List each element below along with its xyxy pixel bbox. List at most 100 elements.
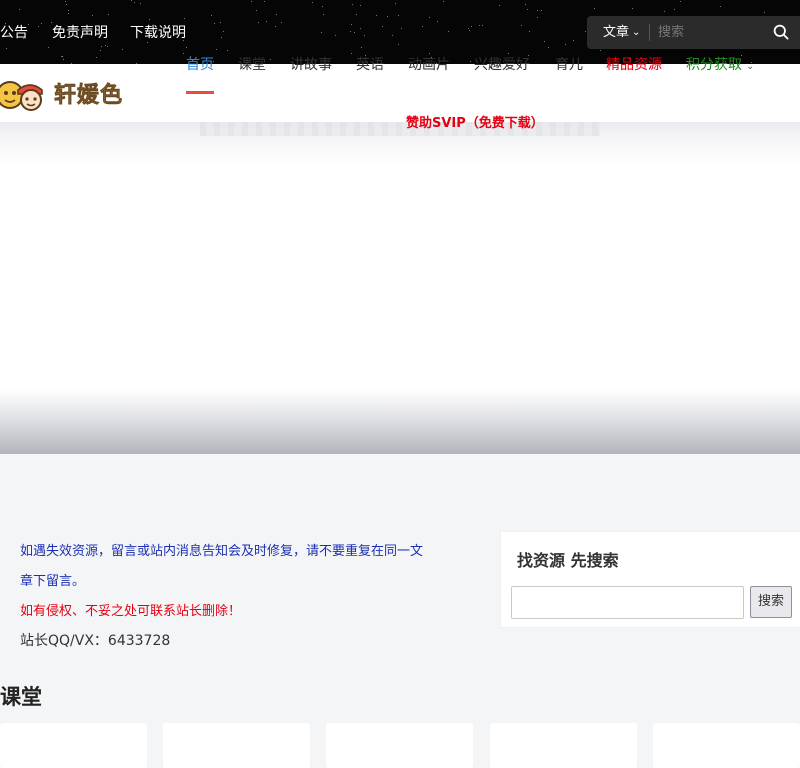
background-star (537, 10, 538, 11)
background-star (469, 30, 470, 31)
background-star (594, 8, 595, 9)
background-star (387, 16, 388, 17)
background-star (68, 13, 69, 14)
course-card[interactable] (163, 723, 310, 768)
nav-storytelling[interactable]: 讲故事 (290, 56, 332, 74)
chevron-down-icon: ⌄ (746, 61, 755, 72)
background-star (537, 17, 538, 18)
background-star (392, 35, 393, 36)
sponsor-svip-link[interactable]: 赞助SVIP（免费下载） (406, 115, 544, 132)
download-info-link[interactable]: 下载说明 (130, 24, 186, 42)
nav-home[interactable]: 首页 (186, 56, 214, 74)
nav-hobbies[interactable]: 兴趣爱好 (474, 56, 530, 74)
background-star (92, 15, 93, 16)
nav-points[interactable]: 积分获取 ⌄ (686, 56, 754, 76)
background-star (448, 31, 449, 32)
background-star (107, 46, 108, 47)
background-star (183, 53, 184, 54)
notice-line: 章下留言。 (20, 574, 86, 589)
course-card[interactable] (326, 723, 473, 768)
background-star (322, 6, 323, 7)
background-star (281, 22, 282, 23)
hero-banner (0, 122, 800, 454)
background-star (264, 1, 265, 2)
background-star (41, 23, 42, 24)
site-logo[interactable]: 轩媛色 (0, 76, 130, 114)
background-star (664, 11, 665, 12)
course-card[interactable] (653, 723, 800, 768)
background-star (382, 26, 383, 27)
disclaimer-link[interactable]: 免责声明 (52, 24, 108, 42)
background-star (585, 31, 586, 32)
background-star (312, 2, 313, 3)
background-star (105, 45, 106, 46)
background-star (184, 18, 185, 19)
search-category-label: 文章 (603, 25, 630, 40)
search-input[interactable]: 搜索 (658, 24, 684, 41)
background-star (323, 14, 324, 15)
nav-english[interactable]: 英语 (356, 56, 384, 74)
nav-cartoon[interactable]: 动画片 (408, 56, 450, 74)
background-star (350, 31, 351, 32)
background-star (335, 35, 336, 36)
background-star (352, 4, 353, 5)
background-star (548, 47, 549, 48)
section-title: 课堂 (0, 685, 42, 709)
background-star (227, 50, 228, 51)
background-star (68, 10, 69, 11)
background-star (443, 1, 444, 2)
widget-search-input[interactable] (511, 586, 744, 619)
background-star (38, 26, 39, 27)
search-divider (649, 24, 650, 41)
background-star (360, 28, 361, 29)
background-star (256, 10, 257, 11)
background-star (62, 56, 63, 57)
background-star (214, 23, 215, 24)
background-star (541, 10, 542, 11)
course-card[interactable] (0, 723, 147, 768)
background-star (398, 44, 399, 45)
widget-search-button[interactable]: 搜索 (750, 586, 792, 618)
background-star (521, 25, 522, 26)
background-star (19, 9, 20, 10)
background-star (680, 1, 681, 2)
background-star (482, 25, 483, 26)
nav-premium-resources[interactable]: 精品资源 (606, 56, 662, 74)
background-star (270, 59, 271, 60)
background-star (351, 53, 352, 54)
header-search: 文章 ⌄ 搜索 (587, 16, 800, 49)
background-star (221, 37, 222, 38)
background-star (356, 14, 357, 15)
search-category-select[interactable]: 文章 ⌄ (603, 24, 640, 41)
background-star (321, 32, 322, 33)
background-star (401, 28, 402, 29)
search-icon[interactable] (773, 24, 789, 40)
nav-parenting[interactable]: 育儿 (555, 56, 583, 74)
background-star (422, 26, 423, 27)
background-star (266, 21, 267, 22)
background-star (437, 21, 438, 22)
background-star (508, 53, 509, 54)
background-star (251, 1, 252, 2)
background-star (573, 40, 574, 41)
background-star (499, 5, 500, 6)
background-star (51, 22, 52, 23)
background-star (101, 46, 102, 47)
contact-info: 站长QQ/VX：6433728 (20, 633, 171, 649)
background-star (529, 31, 530, 32)
announcement-link[interactable]: 公告 (0, 24, 28, 42)
background-star (220, 22, 221, 23)
resource-search-widget: 找资源 先搜索 搜索 (500, 531, 800, 628)
background-star (720, 6, 721, 7)
notice-line: 如遇失效资源，留言或站内消息告知会及时修复，请不要重复在同一文 (20, 544, 424, 559)
background-star (276, 14, 277, 15)
background-star (275, 26, 276, 27)
nav-classroom[interactable]: 课堂 (238, 56, 266, 74)
background-star (364, 35, 365, 36)
nav-active-indicator (186, 91, 214, 94)
background-star (674, 9, 675, 10)
course-card[interactable] (490, 723, 637, 768)
background-star (429, 17, 430, 18)
background-star (147, 42, 148, 43)
background-star (471, 26, 472, 27)
